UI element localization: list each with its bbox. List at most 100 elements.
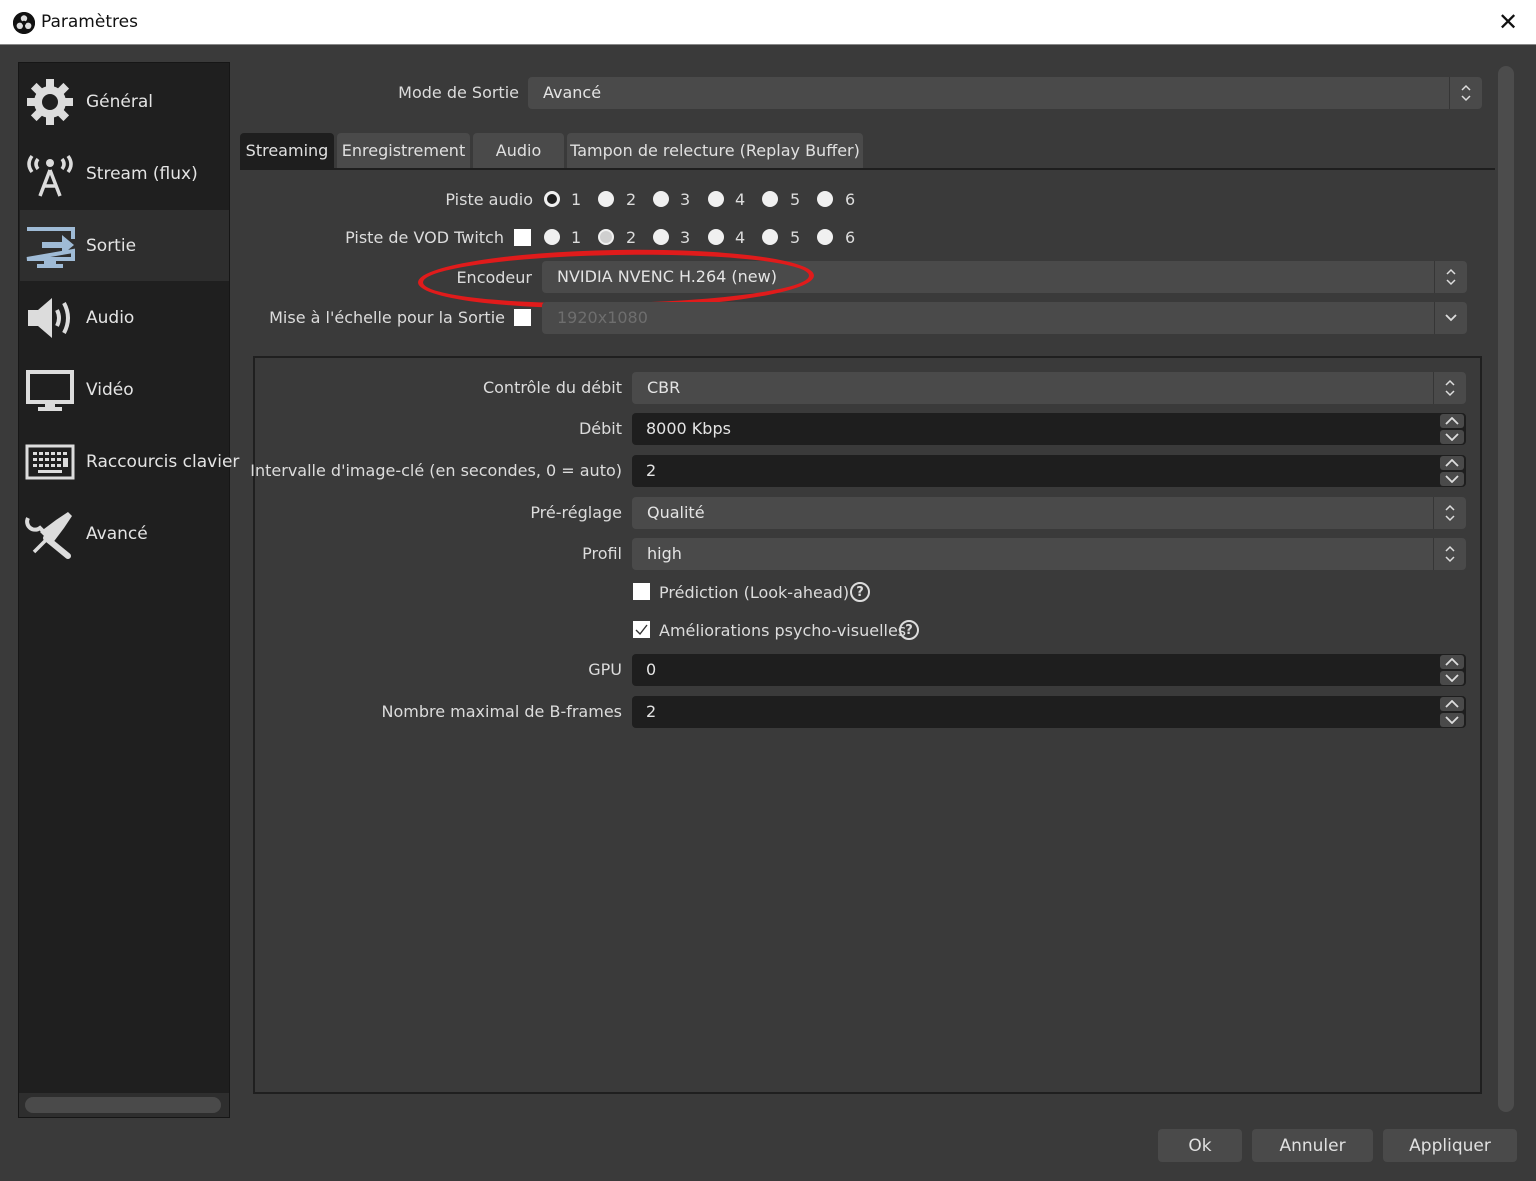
profile-value: high	[647, 544, 682, 563]
rate-control-value: CBR	[647, 378, 681, 397]
keyframe-interval-label: Intervalle d'image-clé (en secondes, 0 =…	[250, 461, 622, 480]
twitch-vod-radio-2[interactable]	[598, 229, 614, 245]
keyframe-interval-spinbox[interactable]: 2	[632, 455, 1466, 487]
radio-label: 3	[680, 228, 691, 247]
tab-bar-divider	[240, 168, 1495, 170]
radio-label: 6	[845, 228, 856, 247]
twitch-vod-checkbox[interactable]	[514, 229, 531, 246]
sidebar-item-general[interactable]: Général	[20, 66, 229, 137]
output-mode-label: Mode de Sortie	[398, 83, 519, 102]
audio-track-radio-2[interactable]	[598, 191, 614, 207]
ok-button[interactable]: Ok	[1158, 1129, 1242, 1162]
radio-label: 5	[790, 190, 801, 209]
sidebar-item-stream[interactable]: Stream (flux)	[20, 138, 229, 209]
sidebar-item-audio[interactable]: Audio	[20, 282, 229, 353]
audio-track-radio-3[interactable]	[653, 191, 669, 207]
sidebar-horizontal-scrollbar[interactable]	[25, 1097, 221, 1113]
twitch-vod-radio-4[interactable]	[708, 229, 724, 245]
obs-logo-icon	[13, 12, 35, 34]
rate-control-label: Contrôle du débit	[482, 378, 622, 397]
preset-value: Qualité	[647, 503, 705, 522]
profile-select[interactable]: high	[632, 538, 1466, 570]
psycho-visual-checkbox[interactable]	[633, 621, 650, 638]
chevron-down-icon[interactable]	[1440, 671, 1464, 685]
speaker-icon	[24, 292, 76, 344]
sidebar-item-label: Vidéo	[86, 379, 134, 400]
cancel-button[interactable]: Annuler	[1252, 1129, 1373, 1162]
bitrate-label: Débit	[578, 419, 622, 438]
twitch-vod-radio-1[interactable]	[544, 229, 560, 245]
vertical-scrollbar[interactable]	[1498, 66, 1514, 1112]
radio-label: 1	[571, 228, 582, 247]
sidebar-item-video[interactable]: Vidéo	[20, 354, 229, 425]
help-icon[interactable]: ?	[850, 582, 870, 602]
psycho-visual-label: Améliorations psycho-visuelles	[659, 621, 907, 640]
radio-label: 2	[626, 190, 637, 209]
sidebar-item-label: Avancé	[86, 523, 148, 544]
window-title: Paramètres	[41, 12, 138, 32]
chevron-up-icon[interactable]	[1440, 456, 1464, 470]
apply-button[interactable]: Appliquer	[1383, 1129, 1517, 1162]
audio-track-label: Piste audio	[445, 190, 533, 209]
rescale-checkbox[interactable]	[514, 309, 531, 326]
encoder-label: Encodeur	[456, 268, 532, 287]
bitrate-value: 8000 Kbps	[646, 419, 731, 438]
chevron-down-icon[interactable]	[1440, 430, 1464, 444]
gpu-value: 0	[646, 660, 657, 679]
button-label: Annuler	[1279, 1135, 1346, 1156]
gpu-label: GPU	[588, 660, 622, 679]
close-icon[interactable]: ✕	[1496, 10, 1520, 34]
output-monitor-icon	[24, 220, 76, 272]
gear-icon	[24, 76, 76, 128]
twitch-vod-radio-5[interactable]	[762, 229, 778, 245]
tab-label: Streaming	[245, 141, 329, 160]
encoder-select[interactable]: NVIDIA NVENC H.264 (new)	[542, 261, 1467, 293]
updown-chevron-icon	[1449, 77, 1482, 109]
rescale-select[interactable]: 1920x1080	[542, 302, 1467, 334]
button-label: Ok	[1188, 1135, 1212, 1156]
audio-track-radio-6[interactable]	[817, 191, 833, 207]
preset-label: Pré-réglage	[530, 503, 622, 522]
sidebar-item-hotkeys[interactable]: Raccourcis clavier	[20, 426, 239, 497]
updown-chevron-icon	[1433, 497, 1466, 529]
twitch-vod-radio-6[interactable]	[817, 229, 833, 245]
tab-recording[interactable]: Enregistrement	[337, 133, 470, 168]
lookahead-checkbox[interactable]	[633, 583, 650, 600]
sidebar-item-advanced[interactable]: Avancé	[20, 498, 229, 569]
bframes-value: 2	[646, 702, 657, 721]
twitch-vod-radio-3[interactable]	[653, 229, 669, 245]
sidebar-item-output[interactable]: Sortie	[20, 210, 229, 281]
tab-streaming[interactable]: Streaming	[240, 133, 334, 168]
chevron-up-icon[interactable]	[1440, 655, 1464, 669]
keyframe-interval-value: 2	[646, 461, 657, 480]
settings-sidebar: Général Stream (flux) Sortie Audio Vidéo…	[18, 62, 239, 1118]
bitrate-spinbox[interactable]: 8000 Kbps	[632, 413, 1466, 445]
tab-audio[interactable]: Audio	[473, 133, 564, 168]
sidebar-item-label: Audio	[86, 307, 135, 328]
updown-chevron-icon	[1433, 372, 1466, 404]
gpu-spinbox[interactable]: 0	[632, 654, 1466, 686]
audio-track-radio-4[interactable]	[708, 191, 724, 207]
output-mode-value: Avancé	[543, 83, 602, 102]
tab-replay-buffer[interactable]: Tampon de relecture (Replay Buffer)	[567, 133, 863, 168]
tab-label: Enregistrement	[341, 141, 466, 160]
preset-select[interactable]: Qualité	[632, 497, 1466, 529]
radio-label: 1	[571, 190, 582, 209]
radio-label: 2	[626, 228, 637, 247]
chevron-up-icon[interactable]	[1440, 697, 1464, 711]
radio-label: 4	[735, 228, 746, 247]
chevron-down-icon[interactable]	[1440, 713, 1464, 727]
help-icon[interactable]: ?	[899, 620, 919, 640]
bframes-spinbox[interactable]: 2	[632, 696, 1466, 728]
button-label: Appliquer	[1409, 1135, 1491, 1156]
audio-track-radio-1[interactable]	[544, 191, 560, 207]
updown-chevron-icon	[1433, 538, 1466, 570]
radio-label: 5	[790, 228, 801, 247]
audio-track-radio-5[interactable]	[762, 191, 778, 207]
chevron-down-icon[interactable]	[1440, 472, 1464, 486]
broadcast-tower-icon	[24, 148, 76, 200]
chevron-up-icon[interactable]	[1440, 414, 1464, 428]
rate-control-select[interactable]: CBR	[632, 372, 1466, 404]
output-mode-select[interactable]: Avancé	[528, 77, 1482, 109]
tab-label: Tampon de relecture (Replay Buffer)	[570, 141, 860, 160]
